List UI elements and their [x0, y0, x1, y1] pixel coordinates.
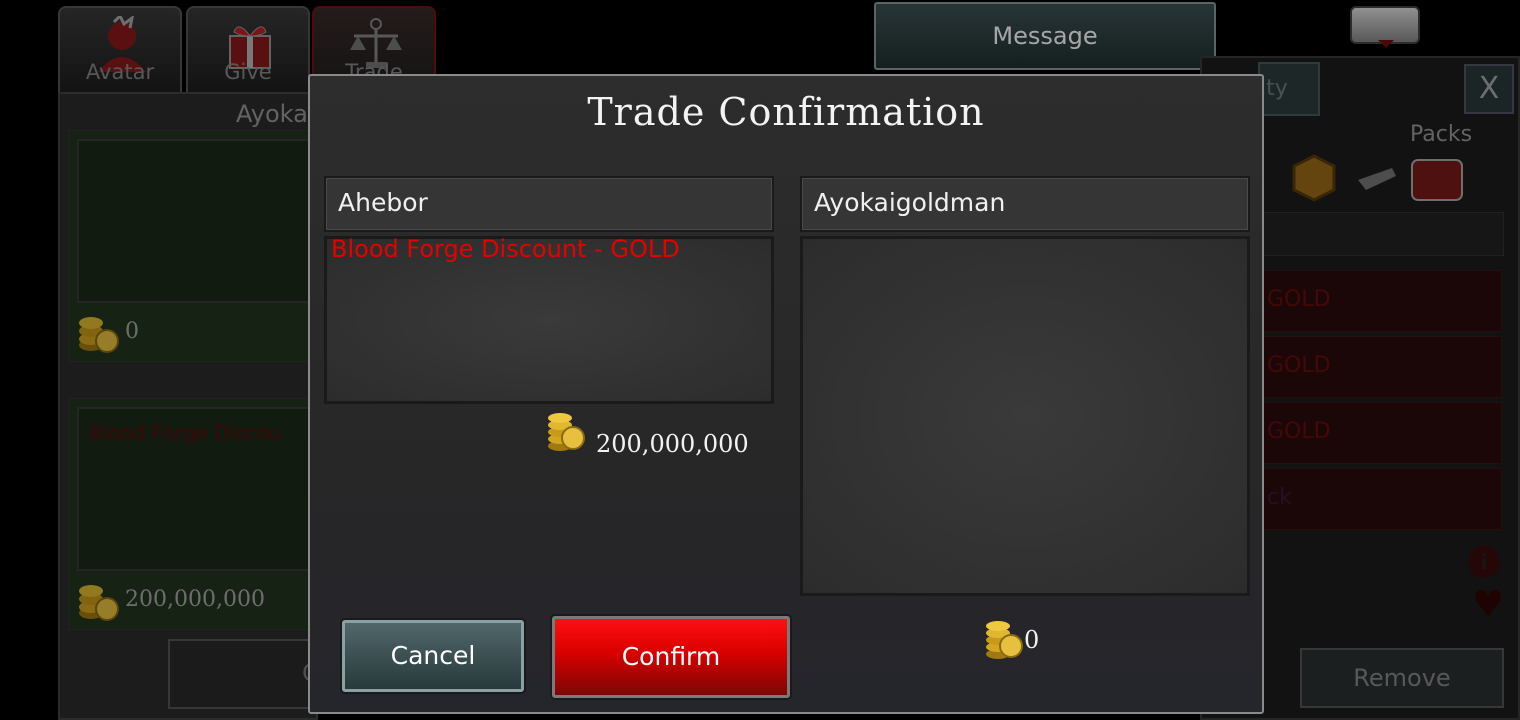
gold-coins-icon	[986, 621, 1023, 659]
trade-confirmation-dialog: Trade Confirmation Ahebor Blood Forge Di…	[308, 74, 1264, 714]
gold-coins-icon	[548, 413, 585, 451]
confirm-button[interactable]: Confirm	[552, 616, 790, 698]
left-gold-amount: 200,000,000	[596, 430, 749, 458]
cancel-button[interactable]: Cancel	[342, 620, 524, 692]
left-items-list: Blood Forge Discount - GOLD	[324, 235, 774, 404]
left-item: Blood Forge Discount - GOLD	[331, 235, 680, 263]
right-gold-amount: 0	[1024, 626, 1040, 654]
dialog-title: Trade Confirmation	[587, 90, 985, 134]
left-player-name: Ahebor	[324, 176, 774, 232]
right-items-list	[800, 236, 1250, 596]
right-player-name: Ayokaigoldman	[800, 176, 1250, 232]
